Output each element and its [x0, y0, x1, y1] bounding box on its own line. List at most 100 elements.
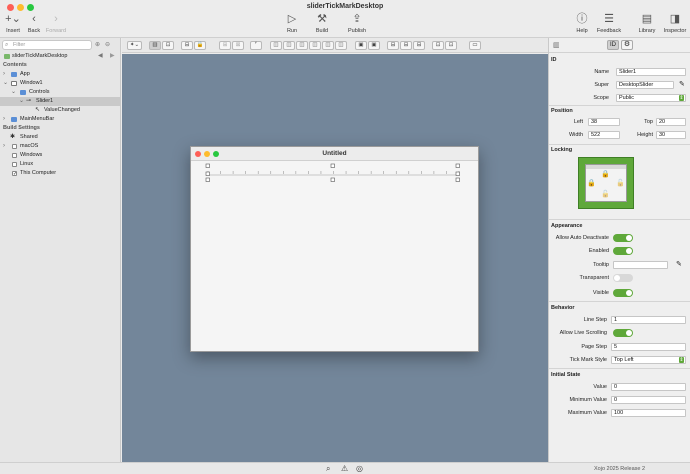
build-item-macos[interactable]: › macOS — [0, 142, 121, 151]
feed-icon[interactable]: ◎ — [356, 464, 363, 473]
top-field[interactable]: 20 — [656, 118, 686, 126]
properties-tab-icon[interactable]: ID — [607, 40, 619, 50]
visible-toggle[interactable] — [613, 289, 633, 297]
sidebar-toggle-icon[interactable]: ▥ — [553, 41, 560, 49]
order-icon[interactable]: ⊟ — [181, 41, 193, 50]
divider — [549, 144, 690, 145]
lock-top-icon[interactable]: 🔒 — [601, 170, 610, 178]
library-button[interactable]: ▤ Library — [636, 13, 658, 34]
lock-icon[interactable]: 🔒 — [194, 41, 206, 50]
filter-input[interactable]: ⌕ Filter — [2, 40, 92, 50]
chevron-updown-icon: ⇕ — [679, 95, 684, 101]
width-field[interactable]: 522 — [588, 131, 620, 139]
line-step-field[interactable]: 1 — [611, 316, 686, 324]
code-view-icon[interactable]: ⊡ — [162, 41, 174, 50]
lock-bottom-icon[interactable]: 🔓 — [601, 190, 610, 198]
minimum-value-field[interactable]: 0 — [611, 396, 686, 404]
search-icon[interactable]: ⌕ — [326, 464, 330, 474]
build-item-windows[interactable]: Windows — [0, 151, 121, 160]
transparent-toggle[interactable] — [613, 274, 633, 282]
divider — [549, 219, 690, 220]
allow-auto-deactivate-toggle[interactable] — [613, 234, 633, 242]
size-both-icon[interactable]: ⊟ — [413, 41, 425, 50]
left-field[interactable]: 38 — [588, 118, 620, 126]
feedback-label: Feedback — [596, 28, 622, 34]
forward-button[interactable]: › Forward — [44, 13, 68, 34]
align-right-icon[interactable]: ◫ — [296, 41, 308, 50]
publish-button[interactable]: ⇪ Publish — [346, 13, 368, 34]
layout-canvas[interactable]: Untitled — [122, 54, 548, 462]
add-control-icon[interactable]: ✦⌄ — [127, 41, 142, 50]
chevron-right-icon: › — [3, 116, 5, 122]
this-computer-checkbox[interactable]: ✓ — [12, 171, 17, 177]
project-name: sliderTickMarkDesktop — [12, 53, 68, 59]
macos-checkbox[interactable] — [12, 144, 17, 149]
distribute-v-icon[interactable]: ▣ — [368, 41, 380, 50]
tree-item-window1[interactable]: ⌄ Window1 — [0, 79, 121, 88]
space-v-icon[interactable]: ⊡ — [445, 41, 457, 50]
space-h-icon[interactable]: ⊡ — [432, 41, 444, 50]
add-item-icon[interactable]: ⊕ — [95, 41, 100, 48]
super-field[interactable]: DesktopSlider — [616, 81, 674, 89]
chevron-right-icon: › — [3, 71, 5, 77]
ungroup-icon[interactable]: ⊠ — [232, 41, 244, 50]
insert-button[interactable]: +⌄ Insert — [3, 13, 23, 34]
align-center-icon[interactable]: ◫ — [283, 41, 295, 50]
build-settings-label: Build Settings — [3, 125, 40, 131]
run-label: Run — [286, 28, 298, 34]
slider1-control[interactable] — [201, 163, 471, 185]
tree-item-app[interactable]: › App — [0, 70, 121, 79]
align-top-icon[interactable]: ◫ — [309, 41, 321, 50]
project-row[interactable]: sliderTickMarkDesktop ◀ ▶ — [0, 52, 121, 61]
feedback-button[interactable]: ☰ Feedback — [596, 13, 622, 34]
linux-checkbox[interactable] — [12, 162, 17, 167]
locking-widget[interactable]: 🔒 🔒 🔓 🔓 — [578, 157, 634, 209]
allow-live-scrolling-toggle[interactable] — [613, 329, 633, 337]
tree-item-slider1[interactable]: ⌄ ⊸ Slider1 — [0, 97, 121, 106]
build-button[interactable]: ⚒ Build — [313, 13, 331, 34]
nav-back-icon[interactable]: ◀ — [98, 52, 103, 61]
tree-item-valuechanged[interactable]: ↖ ValueChanged — [0, 106, 121, 115]
pencil-icon[interactable]: ✎ — [679, 80, 685, 88]
windows-checkbox[interactable] — [12, 153, 17, 158]
build-item-linux[interactable]: Linux — [0, 160, 121, 169]
inspector-button[interactable]: ◨ Inspector — [661, 13, 689, 34]
name-field[interactable]: Slider1 — [616, 68, 686, 76]
size-height-icon[interactable]: ⊟ — [400, 41, 412, 50]
locking-inner-titlebar — [586, 165, 626, 169]
monitor-icon[interactable]: ▭ — [469, 41, 481, 50]
tree-item-mainmenubar[interactable]: › MainMenuBar — [0, 115, 121, 124]
build-item-shared[interactable]: ✱ Shared — [0, 133, 121, 142]
tooltip-field[interactable] — [613, 261, 668, 269]
lock-left-icon[interactable]: 🔒 — [587, 179, 596, 187]
align-middle-icon[interactable]: ◫ — [322, 41, 334, 50]
gear-icon[interactable]: ⚙ — [621, 40, 633, 50]
design-window[interactable]: Untitled — [190, 146, 479, 352]
remove-item-icon[interactable]: ⊖ — [105, 41, 110, 48]
align-left-icon[interactable]: ⌜ — [250, 41, 262, 50]
tree-item-controls[interactable]: ⌄ Controls — [0, 88, 121, 97]
run-button[interactable]: ▷ Run — [284, 13, 300, 34]
size-width-icon[interactable]: ⊟ — [387, 41, 399, 50]
pencil-icon[interactable]: ✎ — [676, 260, 682, 268]
hammer-icon: ⚒ — [317, 13, 327, 25]
maximum-value-field[interactable]: 100 — [611, 409, 686, 417]
distribute-h-icon[interactable]: ▣ — [355, 41, 367, 50]
group-icon[interactable]: ⊞ — [219, 41, 231, 50]
build-item-this-computer[interactable]: ✓ This Computer — [0, 169, 121, 178]
tick-mark-style-select[interactable]: Top Left ⇕ — [611, 356, 686, 364]
enabled-toggle[interactable] — [613, 247, 633, 255]
value-field[interactable]: 0 — [611, 383, 686, 391]
maximum-value-label: Maximum Value — [567, 410, 607, 416]
page-step-field[interactable]: 5 — [611, 343, 686, 351]
help-button[interactable]: ⓘ Help — [574, 13, 590, 34]
layout-view-icon[interactable]: ▥ — [149, 41, 161, 50]
align-bottom-icon[interactable]: ◫ — [335, 41, 347, 50]
nav-forward-icon[interactable]: ▶ — [110, 52, 115, 61]
lock-right-icon[interactable]: 🔓 — [616, 179, 625, 187]
align-h-icon[interactable]: ◫ — [270, 41, 282, 50]
back-button[interactable]: ‹ Back — [25, 13, 43, 34]
height-field[interactable]: 30 — [656, 131, 686, 139]
scope-select[interactable]: Public ⇕ — [616, 94, 686, 102]
warning-icon[interactable]: ⚠ — [341, 464, 348, 473]
